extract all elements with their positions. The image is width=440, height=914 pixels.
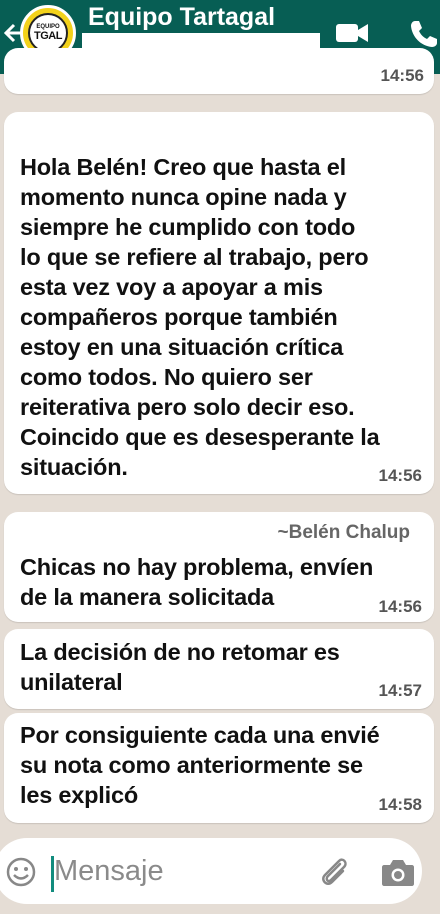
avatar-logo: EQUIPO TGAL bbox=[28, 13, 68, 53]
message-text: Hola Belén! Creo que hasta el momento nu… bbox=[20, 154, 380, 480]
phone-call-icon[interactable] bbox=[408, 18, 440, 50]
video-call-icon[interactable] bbox=[336, 20, 370, 46]
message-bubble[interactable]: Hola Belén! Creo que hasta el momento nu… bbox=[4, 112, 434, 494]
message-time: 14:58 bbox=[378, 795, 422, 814]
message-bubble[interactable]: Por consiguiente cada una envié su nota … bbox=[4, 713, 434, 823]
message-time: 14:56 bbox=[378, 597, 422, 616]
chat-title[interactable]: Equipo Tartagal bbox=[88, 3, 275, 32]
message-text: La decisión de no retomar es unilateral bbox=[20, 639, 340, 695]
message-bubble[interactable]: La decisión de no retomar es unilateral … bbox=[4, 629, 434, 709]
paperclip-icon[interactable] bbox=[316, 854, 350, 890]
message-input[interactable]: Mensaje bbox=[54, 855, 164, 888]
message-bubble[interactable]: ~Belén Chalup Chicas no hay problema, en… bbox=[4, 512, 434, 622]
sender-name[interactable]: ~Belén Chalup bbox=[278, 522, 411, 544]
emoji-icon[interactable] bbox=[6, 857, 36, 887]
avatar-line2: TGAL bbox=[34, 30, 62, 42]
message-time: 14:56 bbox=[380, 66, 424, 85]
message-time: 14:57 bbox=[378, 681, 422, 700]
message-text: Chicas no hay problema, envíen de la man… bbox=[20, 554, 374, 610]
message-time: 14:56 bbox=[378, 466, 422, 485]
message-text: Por consiguiente cada una envié su nota … bbox=[20, 722, 380, 808]
camera-icon[interactable] bbox=[381, 857, 415, 887]
message-bubble[interactable]: 14:56 bbox=[4, 48, 434, 94]
